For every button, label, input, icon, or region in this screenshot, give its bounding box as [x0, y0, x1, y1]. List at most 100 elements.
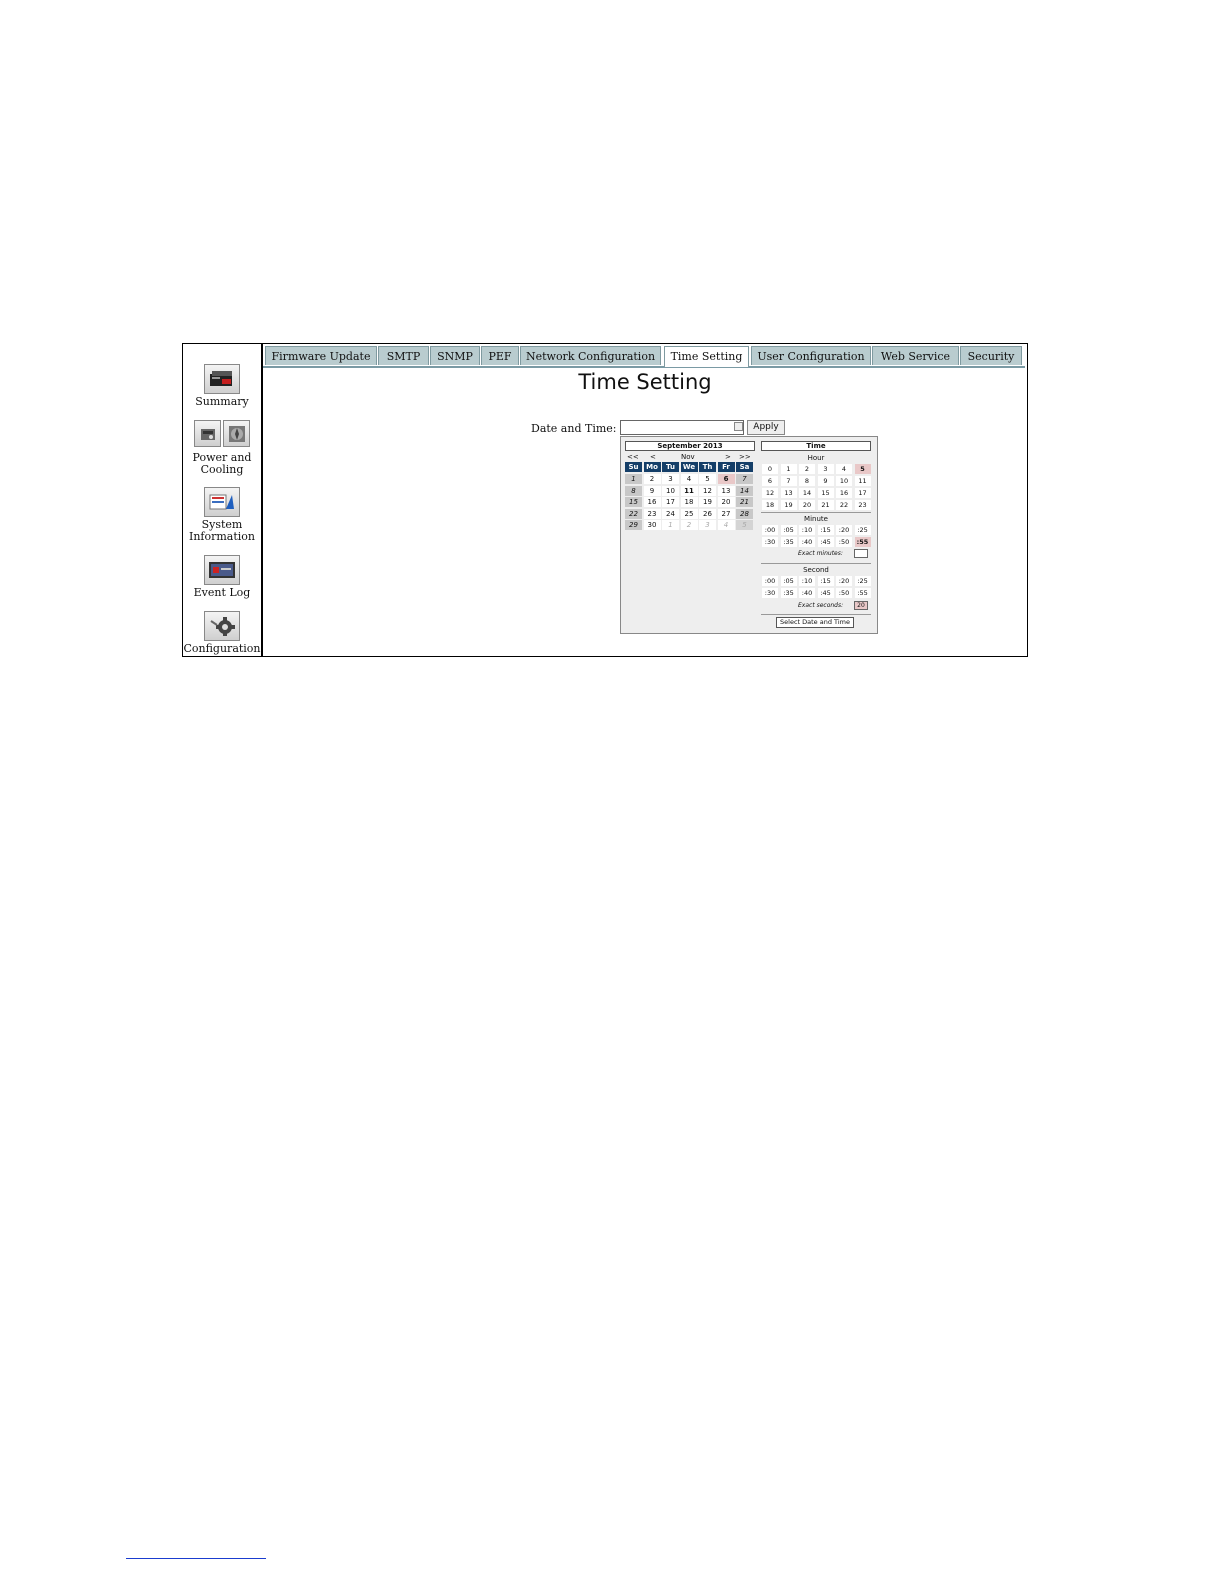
sidebar-item-summary[interactable]: Summary [183, 364, 261, 408]
second-option[interactable]: :15 [817, 576, 834, 586]
hour-option[interactable]: 7 [780, 476, 797, 486]
next-month-button[interactable]: > [725, 453, 731, 461]
calendar-day[interactable]: 16 [643, 497, 661, 507]
minute-option[interactable]: :25 [854, 525, 871, 535]
calendar-day[interactable]: 4 [717, 520, 735, 530]
hour-option[interactable]: 22 [836, 500, 852, 510]
tab-firmware-update[interactable]: Firmware Update [265, 346, 377, 365]
calendar-day[interactable]: 17 [662, 497, 679, 507]
hour-option[interactable]: 3 [817, 464, 834, 474]
apply-button[interactable]: Apply [747, 420, 785, 435]
calendar-day[interactable]: 22 [625, 508, 642, 519]
second-option[interactable]: :35 [780, 588, 797, 598]
hour-option[interactable]: 8 [799, 476, 815, 486]
hour-option[interactable]: 16 [836, 488, 852, 498]
hour-option[interactable]: 4 [836, 464, 852, 474]
hour-option[interactable]: 14 [799, 488, 815, 498]
minute-option[interactable]: :05 [780, 525, 797, 535]
second-option[interactable]: :20 [836, 576, 852, 586]
hour-option[interactable]: 20 [799, 500, 815, 510]
exact-seconds-input[interactable]: 20 [854, 601, 868, 610]
calendar-day[interactable]: 13 [717, 485, 735, 496]
hour-option[interactable]: 15 [817, 488, 834, 498]
hour-option[interactable]: 11 [854, 476, 871, 486]
select-date-time-button[interactable]: Select Date and Time [776, 617, 854, 628]
calendar-day[interactable]: 29 [625, 520, 642, 530]
hour-option[interactable]: 23 [854, 500, 871, 510]
calendar-day[interactable]: 19 [699, 497, 716, 507]
calendar-day[interactable]: 24 [662, 508, 679, 519]
calendar-day[interactable]: 14 [736, 485, 753, 496]
sidebar-item-event-log[interactable]: Event Log [183, 555, 261, 599]
month-select[interactable]: Nov [681, 453, 695, 461]
minute-option[interactable]: :50 [836, 537, 852, 547]
second-option[interactable]: :45 [817, 588, 834, 598]
second-option[interactable]: :50 [836, 588, 852, 598]
minute-option[interactable]: :45 [817, 537, 834, 547]
tab-pef[interactable]: PEF [481, 346, 519, 365]
calendar-day[interactable]: 23 [643, 508, 661, 519]
calendar-toggle-icon[interactable] [734, 422, 743, 431]
minute-option[interactable]: :15 [817, 525, 834, 535]
exact-minutes-input[interactable] [854, 549, 868, 558]
sidebar-item-configuration[interactable]: Configuration [183, 611, 261, 655]
second-option[interactable]: :25 [854, 576, 871, 586]
hour-option[interactable]: 18 [762, 500, 778, 510]
calendar-day[interactable]: 6 [717, 474, 735, 484]
minute-option[interactable]: :20 [836, 525, 852, 535]
calendar-day[interactable]: 21 [736, 497, 753, 507]
hour-option[interactable]: 17 [854, 488, 871, 498]
sidebar-item-system-information[interactable]: System Information [183, 487, 261, 543]
calendar-day[interactable]: 7 [736, 474, 753, 484]
minute-option[interactable]: :40 [799, 537, 815, 547]
calendar-day[interactable]: 12 [699, 485, 716, 496]
calendar-day[interactable]: 28 [736, 508, 753, 519]
hour-option[interactable]: 13 [780, 488, 797, 498]
calendar-day[interactable]: 2 [680, 520, 698, 530]
hour-option[interactable]: 9 [817, 476, 834, 486]
hour-option[interactable]: 10 [836, 476, 852, 486]
calendar-day[interactable]: 30 [643, 520, 661, 530]
tab-snmp[interactable]: SNMP [430, 346, 480, 365]
second-option[interactable]: :30 [762, 588, 778, 598]
calendar-day[interactable]: 18 [680, 497, 698, 507]
calendar-day[interactable]: 1 [625, 474, 642, 484]
calendar-day[interactable]: 10 [662, 485, 679, 496]
minute-option[interactable]: :35 [780, 537, 797, 547]
minute-option[interactable]: :10 [799, 525, 815, 535]
calendar-day[interactable]: 26 [699, 508, 716, 519]
hour-option[interactable]: 0 [762, 464, 778, 474]
second-option[interactable]: :40 [799, 588, 815, 598]
tab-security[interactable]: Security [960, 346, 1022, 365]
calendar-day[interactable]: 20 [717, 497, 735, 507]
second-option[interactable]: :00 [762, 576, 778, 586]
calendar-day[interactable]: 4 [680, 474, 698, 484]
hour-option[interactable]: 6 [762, 476, 778, 486]
minute-option[interactable]: :00 [762, 525, 778, 535]
calendar-day[interactable]: 5 [736, 520, 753, 530]
hour-option[interactable]: 21 [817, 500, 834, 510]
date-time-input[interactable] [620, 420, 744, 435]
hour-option[interactable]: 5 [854, 464, 871, 474]
hour-option[interactable]: 1 [780, 464, 797, 474]
calendar-day[interactable]: 27 [717, 508, 735, 519]
tab-smtp[interactable]: SMTP [378, 346, 429, 365]
calendar-day[interactable]: 3 [699, 520, 716, 530]
calendar-day[interactable]: 1 [662, 520, 679, 530]
calendar-day[interactable]: 9 [643, 485, 661, 496]
calendar-day[interactable]: 15 [625, 497, 642, 507]
prev-month-button[interactable]: < [650, 453, 656, 461]
calendar-day[interactable]: 25 [680, 508, 698, 519]
second-option[interactable]: :05 [780, 576, 797, 586]
calendar-day[interactable]: 2 [643, 474, 661, 484]
second-option[interactable]: :55 [854, 588, 871, 598]
tab-time-setting[interactable]: Time Setting [664, 346, 749, 367]
hour-option[interactable]: 12 [762, 488, 778, 498]
calendar-day[interactable]: 3 [662, 474, 679, 484]
next-year-button[interactable]: >> [739, 453, 751, 461]
calendar-day[interactable]: 5 [699, 474, 716, 484]
tab-web-service[interactable]: Web Service [872, 346, 959, 365]
second-option[interactable]: :10 [799, 576, 815, 586]
hour-option[interactable]: 19 [780, 500, 797, 510]
tab-network-configuration[interactable]: Network Configuration [520, 346, 661, 365]
